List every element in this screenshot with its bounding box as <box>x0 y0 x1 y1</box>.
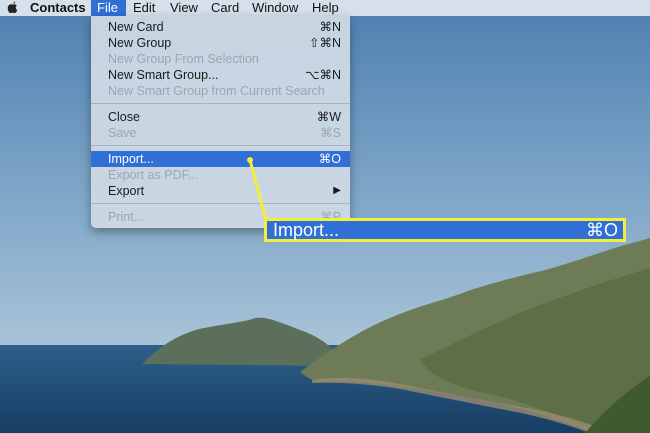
menu-contacts[interactable]: Contacts <box>24 0 92 16</box>
menu-item-import[interactable]: Import... ⌘O <box>91 151 350 167</box>
menu-item-label: Print... <box>108 210 145 224</box>
menu-item-label: Export as PDF... <box>108 168 199 182</box>
menu-item-label: Save <box>108 126 137 140</box>
menu-edit[interactable]: Edit <box>127 0 161 16</box>
menu-item-export-as-pdf: Export as PDF... <box>91 167 350 183</box>
file-menu: New Card ⌘N New Group ⇧⌘N New Group From… <box>91 16 350 228</box>
import-callout: Import... ⌘O <box>264 218 626 242</box>
menu-file[interactable]: File <box>91 0 126 16</box>
menu-item-shortcut: ⇧⌘N <box>308 36 341 50</box>
menu-item-shortcut: ⌘W <box>316 110 341 124</box>
menu-item-label: Export <box>108 184 145 198</box>
menu-item-export[interactable]: Export ▶ <box>91 183 350 199</box>
menu-card[interactable]: Card <box>205 0 245 16</box>
menu-item-label: New Smart Group from Current Search <box>108 84 325 98</box>
callout-label: Import... <box>273 220 340 240</box>
menu-separator <box>91 145 350 146</box>
menu-bar: Contacts File Edit View Card Window Help <box>0 0 650 16</box>
menu-item-shortcut: ⌘O <box>318 152 341 166</box>
menu-item-new-group[interactable]: New Group ⇧⌘N <box>91 35 350 51</box>
menu-item-label: New Group From Selection <box>108 52 259 66</box>
menu-item-new-group-from-selection: New Group From Selection <box>91 51 350 67</box>
menu-item-label: New Group <box>108 36 172 50</box>
menu-item-new-smart-group[interactable]: New Smart Group... ⌥⌘N <box>91 67 350 83</box>
menu-item-label: Close <box>108 110 140 124</box>
menu-item-new-smart-group-from-search: New Smart Group from Current Search <box>91 83 350 99</box>
menu-help[interactable]: Help <box>306 0 345 16</box>
menu-item-label: Import... <box>108 152 154 166</box>
menu-view[interactable]: View <box>164 0 204 16</box>
menu-item-new-card[interactable]: New Card ⌘N <box>91 19 350 35</box>
menu-item-label: New Card <box>108 20 164 34</box>
submenu-arrow-icon: ▶ <box>333 185 341 196</box>
menu-item-shortcut: ⌘N <box>319 20 341 34</box>
callout-shortcut: ⌘O <box>585 220 618 240</box>
menu-item-label: New Smart Group... <box>108 68 219 82</box>
menu-window[interactable]: Window <box>246 0 304 16</box>
menu-item-save: Save ⌘S <box>91 125 350 141</box>
menu-item-shortcut: ⌥⌘N <box>305 68 341 82</box>
apple-icon[interactable] <box>2 0 24 16</box>
menu-separator <box>91 203 350 204</box>
menu-item-close[interactable]: Close ⌘W <box>91 109 350 125</box>
menu-separator <box>91 103 350 104</box>
menu-item-shortcut: ⌘S <box>320 126 341 140</box>
